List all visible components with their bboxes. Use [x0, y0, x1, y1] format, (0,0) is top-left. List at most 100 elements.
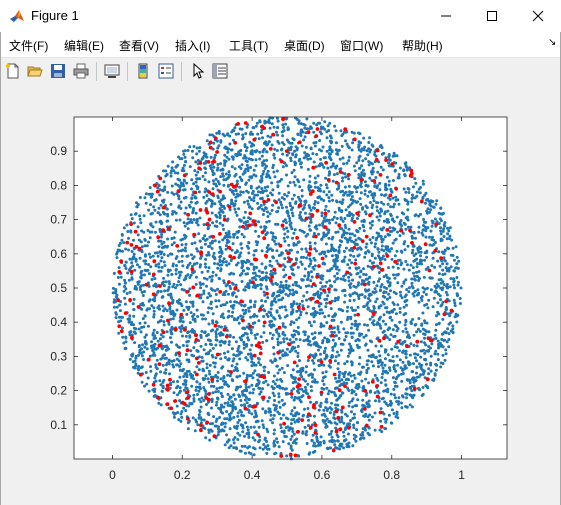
population-point	[201, 317, 205, 321]
population-point	[158, 193, 162, 197]
population-point	[204, 390, 208, 393]
population-point	[262, 443, 266, 446]
menu-edit[interactable]: 编辑(E)	[64, 37, 104, 54]
population-point	[242, 235, 246, 239]
population-point	[160, 221, 164, 225]
population-point	[319, 405, 323, 408]
population-point	[169, 174, 173, 178]
toolbar-separator	[181, 62, 182, 81]
population-point	[351, 444, 355, 448]
population-point	[179, 419, 183, 423]
population-point	[140, 380, 144, 384]
save-button[interactable]	[48, 61, 68, 81]
population-point	[293, 420, 297, 424]
population-point	[326, 166, 330, 170]
population-point	[306, 407, 310, 410]
menu-view[interactable]: 查看(V)	[119, 37, 159, 54]
population-point	[244, 272, 248, 276]
population-point	[408, 385, 412, 389]
close-button[interactable]	[515, 0, 561, 32]
print-icon	[73, 63, 89, 79]
population-point	[181, 382, 185, 386]
population-point	[159, 383, 163, 387]
population-point	[206, 333, 210, 337]
population-point	[202, 292, 206, 295]
population-point	[406, 333, 410, 337]
open-file-button[interactable]	[25, 61, 45, 81]
population-point	[372, 261, 375, 265]
population-point	[349, 315, 353, 319]
population-point	[402, 221, 406, 225]
population-point	[118, 241, 122, 245]
population-point	[434, 323, 438, 327]
population-point	[216, 390, 220, 393]
population-point	[418, 277, 421, 280]
population-point	[282, 126, 286, 129]
population-point	[343, 338, 347, 342]
population-point	[348, 203, 352, 207]
population-point	[336, 152, 340, 156]
population-point	[230, 190, 234, 194]
insert-legend-button[interactable]	[156, 61, 176, 81]
population-point	[301, 278, 305, 282]
population-point	[168, 372, 171, 376]
population-point	[360, 379, 364, 383]
dock-arrow-icon[interactable]: ↘	[548, 37, 556, 48]
population-point	[366, 289, 370, 293]
population-point	[312, 121, 316, 125]
population-point	[293, 406, 297, 410]
population-point	[273, 147, 277, 151]
population-point	[426, 197, 430, 201]
population-point	[292, 193, 296, 197]
population-point	[272, 352, 276, 356]
menu-insert[interactable]: 插入(I)	[175, 37, 210, 54]
population-point	[431, 235, 434, 239]
population-point	[210, 247, 214, 250]
population-point	[289, 323, 293, 326]
menu-help[interactable]: 帮助(H)	[402, 37, 443, 54]
population-point	[353, 199, 357, 203]
population-point	[243, 398, 247, 402]
menu-file[interactable]: 文件(F)	[9, 37, 48, 54]
population-point	[368, 259, 372, 263]
population-point	[362, 305, 366, 308]
population-point	[316, 186, 320, 190]
population-point	[262, 308, 266, 312]
population-point	[208, 363, 212, 367]
population-point	[202, 348, 206, 352]
population-point	[389, 333, 393, 337]
minimize-button[interactable]	[423, 0, 469, 32]
population-point	[252, 173, 256, 177]
population-point	[348, 351, 352, 355]
population-point	[298, 157, 302, 161]
edit-plot-button[interactable]	[188, 61, 208, 81]
population-point	[234, 388, 238, 392]
population-point	[407, 191, 411, 194]
menu-tools[interactable]: 工具(T)	[229, 37, 268, 54]
insert-colorbar-button[interactable]	[133, 61, 153, 81]
population-point	[434, 362, 438, 366]
population-point	[327, 389, 331, 393]
print-button[interactable]	[71, 61, 91, 81]
property-inspector-button[interactable]	[210, 61, 230, 81]
maximize-button[interactable]	[469, 0, 515, 32]
new-figure-button[interactable]	[3, 61, 23, 81]
population-point	[309, 125, 313, 129]
population-point	[170, 272, 174, 276]
population-point	[354, 439, 358, 443]
population-point	[218, 213, 222, 217]
population-point	[290, 171, 294, 175]
figure-canvas: 0 0.2 0.4 0.6 0.8 1 0.1 0.2 0.3 0.4 0.5 0.6 0.7 0.8 0.…	[0, 85, 561, 505]
population-point	[377, 271, 381, 274]
menu-desktop[interactable]: 桌面(D)	[284, 37, 325, 54]
menu-window[interactable]: 窗口(W)	[340, 37, 383, 54]
population-point	[290, 197, 294, 201]
population-point	[178, 386, 182, 390]
population-point	[336, 298, 340, 302]
population-point	[204, 317, 207, 321]
population-point	[259, 283, 263, 287]
link-plot-button[interactable]	[102, 61, 122, 81]
population-point	[382, 249, 386, 253]
population-point	[303, 203, 307, 207]
population-point	[188, 165, 192, 169]
